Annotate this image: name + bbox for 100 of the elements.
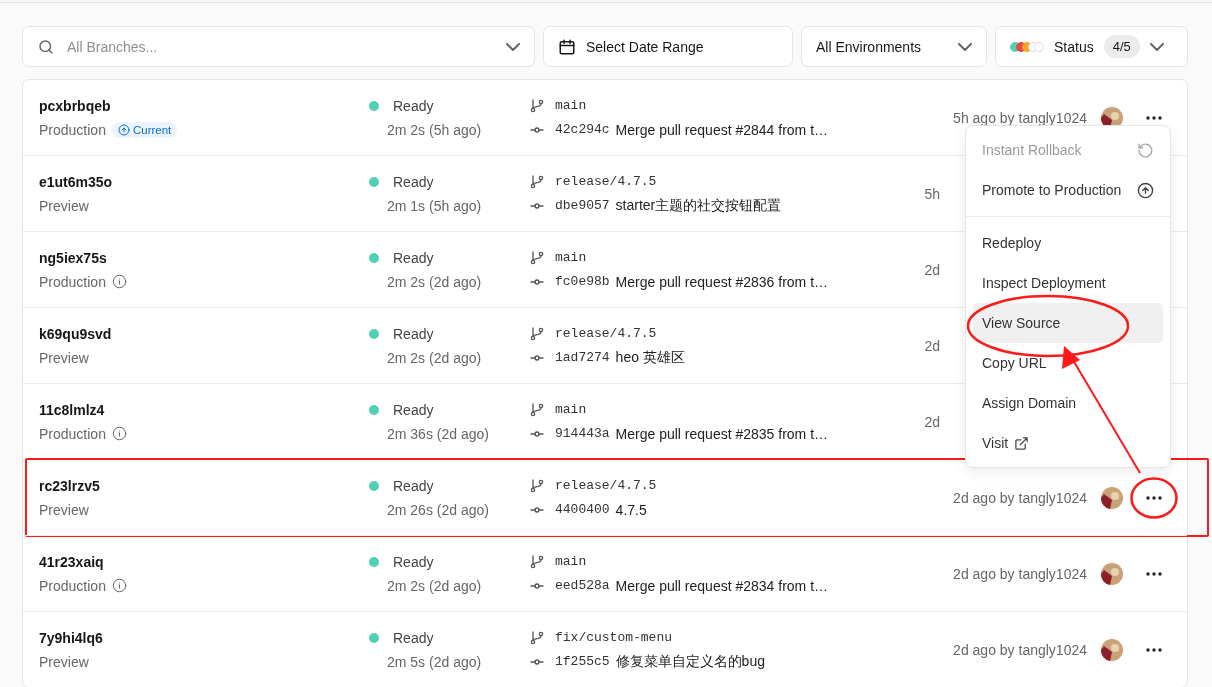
environment-label: Preview <box>39 501 89 518</box>
status-dot <box>369 480 379 491</box>
status-label: Ready <box>393 249 434 266</box>
commit-hash[interactable]: dbe9057 <box>555 198 610 213</box>
environment-dropdown[interactable]: All Environments <box>801 26 987 67</box>
commit-message: Merge pull request #2835 from t… <box>615 425 829 442</box>
status-dot <box>369 632 379 643</box>
current-badge: Current <box>111 121 178 138</box>
status-label: Ready <box>393 97 434 114</box>
deployed-by-text: 2d ago by tangly1024 <box>953 489 1087 506</box>
duration-text: 2m 26s (2d ago) <box>387 501 489 518</box>
branch-icon <box>529 249 545 266</box>
chevron-down-icon <box>506 42 520 51</box>
commit-hash[interactable]: 914443a <box>555 426 610 441</box>
branch-name[interactable]: main <box>555 98 587 113</box>
environment-label: Production <box>39 273 106 290</box>
branch-search-input[interactable]: All Branches... <box>65 37 496 56</box>
info-icon <box>111 274 127 289</box>
search-icon <box>37 37 55 56</box>
commit-hash[interactable]: 4400400 <box>555 502 610 517</box>
calendar-icon <box>558 37 576 56</box>
branch-name[interactable]: fix/custom-menu <box>555 630 673 645</box>
commit-message: 修复菜单自定义名的bug <box>615 652 765 671</box>
environment-label: Production <box>39 425 106 442</box>
info-icon <box>111 578 127 593</box>
commit-message: Merge pull request #2844 from t… <box>615 121 829 138</box>
environment-label: Production <box>39 577 106 594</box>
branch-name[interactable]: release/4.7.5 <box>555 478 657 493</box>
chevron-down-icon <box>1149 42 1164 51</box>
avatar <box>1101 562 1123 585</box>
deployment-id: pcxbrbqeb <box>39 97 111 114</box>
branch-icon <box>529 173 545 190</box>
branch-icon <box>529 97 545 114</box>
date-range-button[interactable]: Select Date Range <box>543 26 793 67</box>
environment-label: Preview <box>39 653 89 670</box>
commit-hash[interactable]: eed528a <box>555 578 610 593</box>
branch-icon <box>529 553 545 570</box>
deployment-id: 7y9hi4lq6 <box>39 629 103 646</box>
deployment-id: rc23lrzv5 <box>39 477 100 494</box>
branch-name[interactable]: release/4.7.5 <box>555 326 657 341</box>
menu-item[interactable]: View Source <box>973 303 1163 343</box>
commit-message: Merge pull request #2834 from t… <box>615 577 829 594</box>
deployment-id: ng5iex75s <box>39 249 107 266</box>
status-dot <box>369 100 379 111</box>
commit-message: starter主题的社交按钮配置 <box>615 196 782 215</box>
status-label: Ready <box>393 401 434 418</box>
branch-icon <box>529 325 545 342</box>
ellipsis-icon <box>1146 647 1162 652</box>
menu-item[interactable]: Redeploy <box>973 223 1163 263</box>
branch-name[interactable]: main <box>555 554 587 569</box>
undo-icon <box>1137 141 1154 159</box>
commit-message: heo 英雄区 <box>615 348 685 367</box>
duration-text: 2m 2s (5h ago) <box>387 121 482 138</box>
branch-name[interactable]: main <box>555 250 587 265</box>
status-label: Ready <box>393 553 434 570</box>
commit-hash[interactable]: fc0e98b <box>555 274 610 289</box>
deployed-by-text: 2d <box>924 413 940 430</box>
status-label: Ready <box>393 173 434 190</box>
duration-text: 2m 1s (5h ago) <box>387 197 482 214</box>
menu-item[interactable]: Inspect Deployment <box>973 263 1163 303</box>
menu-item[interactable]: Promote to Production <box>973 170 1163 210</box>
duration-text: 2m 2s (2d ago) <box>387 349 482 366</box>
commit-hash[interactable]: 1ad7274 <box>555 350 610 365</box>
deployed-by-text: 2d ago by tangly1024 <box>953 641 1087 658</box>
status-dot <box>369 328 379 339</box>
menu-item[interactable]: Visit <box>973 423 1163 463</box>
info-icon <box>111 426 127 441</box>
status-count: 4/5 <box>1103 35 1140 58</box>
deployment-id: e1ut6m35o <box>39 173 113 190</box>
deployed-by-text: 2d <box>924 261 940 278</box>
deployment-id: 11c8lmlz4 <box>39 401 105 418</box>
deployed-by-text: 2d <box>924 337 940 354</box>
ellipsis-icon <box>1146 115 1162 120</box>
deployment-id: 41r23xaiq <box>39 553 104 570</box>
duration-text: 2m 5s (2d ago) <box>387 653 482 670</box>
status-label: Ready <box>393 325 434 342</box>
status-dot <box>369 176 379 187</box>
status-label: Ready <box>393 629 434 646</box>
status-dropdown[interactable]: Status 4/5 <box>995 26 1188 67</box>
deployed-by-text: 5h ago by tangly1024 <box>953 109 1087 126</box>
deployed-by-text: 5h <box>924 185 940 202</box>
deployed-by-text: 2d ago by tangly1024 <box>953 565 1087 582</box>
branch-icon <box>529 477 545 494</box>
commit-message: 4.7.5 <box>615 501 647 518</box>
deployment-id: k69qu9svd <box>39 325 112 342</box>
environment-label: Preview <box>39 197 89 214</box>
branch-search-field[interactable]: All Branches... <box>22 26 535 67</box>
commit-message: Merge pull request #2836 from t… <box>615 273 829 290</box>
avatar <box>1101 638 1123 661</box>
avatar <box>1101 486 1123 509</box>
commit-hash[interactable]: 1f255c5 <box>555 654 610 669</box>
menu-item[interactable]: Assign Domain <box>973 383 1163 423</box>
ellipsis-icon <box>1146 495 1162 500</box>
commit-hash[interactable]: 42c294c <box>555 122 610 137</box>
branch-name[interactable]: release/4.7.5 <box>555 174 657 189</box>
external-link-icon <box>1014 435 1030 451</box>
branch-name[interactable]: main <box>555 402 587 417</box>
branch-icon <box>529 629 545 646</box>
menu-item[interactable]: Copy URL <box>973 343 1163 383</box>
status-dot <box>369 404 379 415</box>
